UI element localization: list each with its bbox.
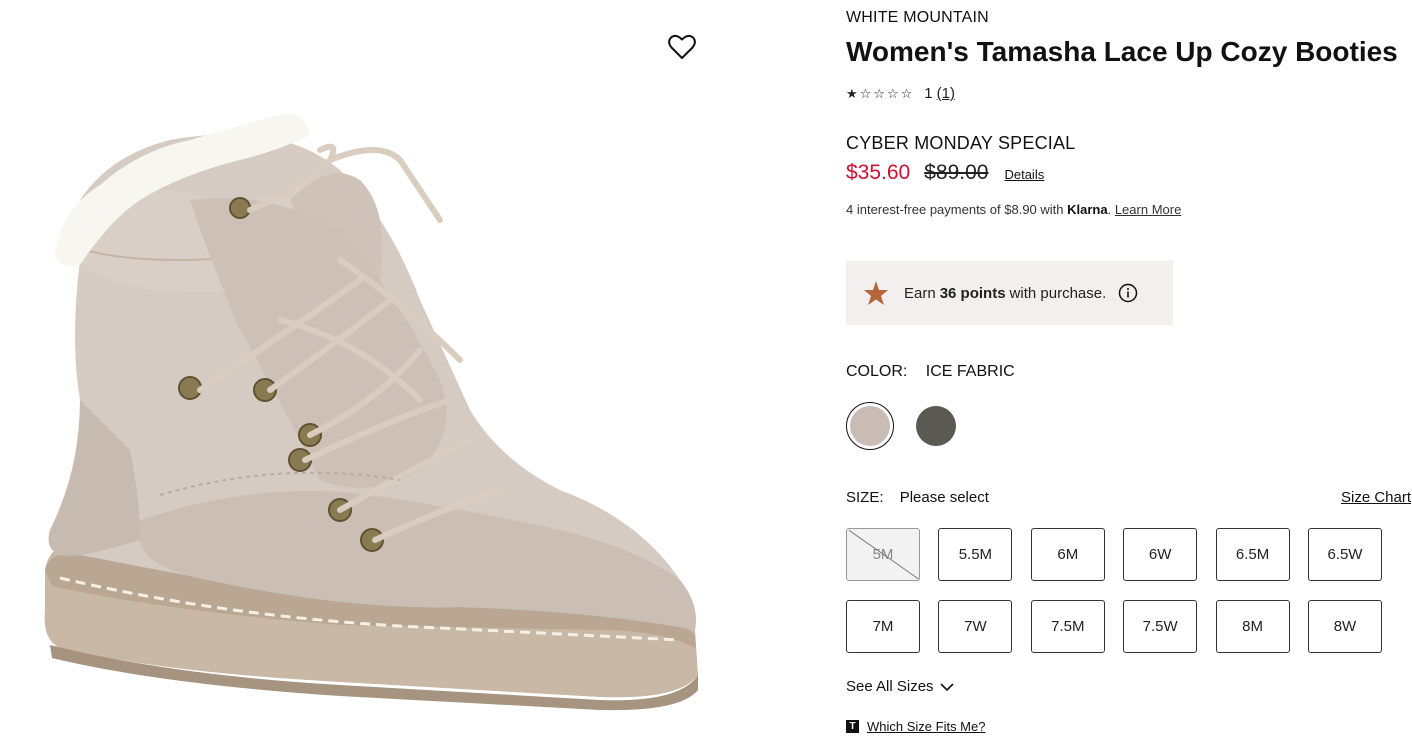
which-size-fits-link[interactable]: Which Size Fits Me? — [867, 719, 985, 734]
color-swatch-ice-fabric[interactable] — [846, 402, 894, 450]
klarna-suffix: . — [1107, 202, 1115, 217]
size-option-6w[interactable]: 6W — [1123, 528, 1198, 581]
star-icon — [863, 280, 889, 306]
selected-color-name: ICE FABRIC — [925, 363, 1015, 380]
swatch-color — [850, 406, 890, 446]
size-grid: 5M 5.5M 6M 6W 6.5M 6.5W 7M 7W 7.5M 7.5W … — [846, 528, 1382, 653]
product-title: Women's Tamasha Lace Up Cozy Booties — [846, 36, 1398, 67]
reviews-link[interactable]: (1) — [937, 85, 955, 102]
star-empty-icon: ☆ — [859, 86, 872, 101]
star-filled-icon: ★ — [846, 86, 858, 101]
brand-name[interactable]: WHITE MOUNTAIN — [846, 9, 989, 27]
size-selector-label: SIZE: Please select Size Chart — [846, 489, 1412, 506]
points-value: 36 points — [939, 284, 1006, 302]
rating: ★ ☆ ☆ ☆ ☆ 1 (1) — [846, 85, 955, 102]
klarna-learn-more-link[interactable]: Learn More — [1115, 202, 1181, 217]
star-empty-icon: ☆ — [886, 86, 899, 101]
size-option-7-5m[interactable]: 7.5M — [1030, 600, 1105, 653]
size-option-7m[interactable]: 7M — [846, 600, 920, 653]
size-option-8w[interactable]: 8W — [1307, 600, 1382, 653]
star-empty-icon: ☆ — [873, 86, 885, 101]
points-banner: Earn 36 points with purchase. — [846, 261, 1173, 325]
klarna-message: 4 interest-free payments of $8.90 with K… — [846, 202, 1181, 217]
size-option-5m[interactable]: 5M — [846, 528, 920, 581]
color-swatches — [846, 402, 960, 450]
star-empty-icon: ☆ — [900, 86, 913, 101]
see-all-sizes-button[interactable]: See All Sizes — [846, 678, 954, 695]
color-swatch-olive[interactable] — [912, 402, 960, 450]
sale-price: $35.60 — [846, 161, 911, 184]
size-option-7w[interactable]: 7W — [938, 600, 1013, 653]
color-selector-label: COLOR: ICE FABRIC — [846, 363, 1015, 381]
info-icon[interactable] — [1118, 283, 1138, 303]
size-prompt: Please select — [899, 489, 989, 506]
size-label: SIZE: — [846, 489, 884, 506]
size-chart-link[interactable]: Size Chart — [1341, 489, 1411, 506]
swatch-color — [916, 406, 956, 446]
product-image — [44, 114, 699, 711]
size-option-7-5w[interactable]: 7.5W — [1123, 600, 1198, 653]
which-size-fits-row: T Which Size Fits Me? — [846, 719, 985, 734]
size-option-6-5m[interactable]: 6.5M — [1215, 528, 1290, 581]
klarna-logo: Klarna — [1067, 202, 1108, 217]
points-suffix: with purchase. — [1009, 284, 1107, 302]
product-details: WHITE MOUNTAIN Women's Tamasha Lace Up C… — [846, 0, 1412, 737]
see-all-sizes-label: See All Sizes — [846, 678, 934, 695]
size-option-8m[interactable]: 8M — [1215, 600, 1290, 653]
promo-label: CYBER MONDAY SPECIAL — [846, 133, 1076, 153]
heart-outline-icon — [668, 34, 696, 59]
size-option-6m[interactable]: 6M — [1030, 528, 1105, 581]
price-details-link[interactable]: Details — [1004, 167, 1044, 182]
klarna-prefix: 4 interest-free payments of $8.90 with — [846, 202, 1068, 217]
color-label: COLOR: — [846, 363, 908, 380]
rating-stars[interactable]: ★ ☆ ☆ ☆ ☆ — [846, 87, 912, 100]
price-row: $35.60 $89.00 Details — [846, 161, 1044, 185]
true-fit-icon: T — [846, 720, 859, 733]
product-image-pane — [0, 0, 720, 737]
original-price: $89.00 — [924, 161, 989, 184]
rating-count: 1 — [924, 85, 933, 102]
size-option-6-5w[interactable]: 6.5W — [1307, 528, 1382, 581]
chevron-down-icon — [939, 682, 954, 691]
size-option-5-5m[interactable]: 5.5M — [938, 528, 1013, 581]
wishlist-button[interactable] — [666, 32, 698, 62]
points-prefix: Earn — [904, 284, 936, 302]
